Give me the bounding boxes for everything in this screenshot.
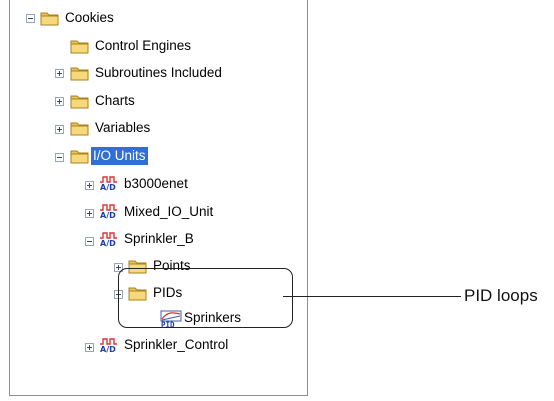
folder-icon bbox=[70, 38, 90, 54]
expand-toggle-charts[interactable] bbox=[55, 97, 64, 106]
folder-icon bbox=[70, 120, 90, 136]
tree-panel: Cookies Control Engines Subroutines Incl… bbox=[9, 0, 308, 396]
expand-toggle-subroutines[interactable] bbox=[55, 69, 64, 78]
folder-icon bbox=[70, 148, 90, 164]
folder-icon bbox=[70, 65, 90, 81]
tree-item-sprinkler-control[interactable]: Sprinkler_Control bbox=[122, 336, 230, 354]
tree-item-sprinkler-b[interactable]: Sprinkler_B bbox=[122, 230, 196, 248]
collapse-toggle-sprinkler-b[interactable] bbox=[85, 237, 94, 246]
io-unit-icon bbox=[99, 337, 119, 353]
expand-toggle-variables[interactable] bbox=[55, 125, 64, 134]
tree-item-cookies[interactable]: Cookies bbox=[63, 9, 116, 27]
tree-item-mixed-io-unit[interactable]: Mixed_IO_Unit bbox=[122, 203, 215, 221]
callout-highlight-box bbox=[118, 268, 293, 328]
tree-item-charts[interactable]: Charts bbox=[93, 92, 137, 110]
io-unit-icon bbox=[99, 175, 119, 191]
folder-icon bbox=[70, 93, 90, 109]
tree-item-variables[interactable]: Variables bbox=[93, 119, 152, 137]
io-unit-icon bbox=[99, 231, 119, 247]
collapse-toggle-io-units[interactable] bbox=[55, 153, 64, 162]
tree-item-control-engines[interactable]: Control Engines bbox=[93, 37, 193, 55]
tree-item-io-units[interactable]: I/O Units bbox=[91, 147, 148, 165]
folder-icon bbox=[40, 10, 60, 26]
tree-item-subroutines[interactable]: Subroutines Included bbox=[93, 64, 224, 82]
expand-toggle-b3000enet[interactable] bbox=[85, 181, 94, 190]
expand-toggle-mixed-io-unit[interactable] bbox=[85, 209, 94, 218]
callout-label: PID loops bbox=[464, 286, 538, 305]
collapse-toggle-cookies[interactable] bbox=[26, 14, 35, 23]
io-unit-icon bbox=[99, 203, 119, 219]
tree-item-b3000enet[interactable]: b3000enet bbox=[122, 175, 190, 193]
callout-leader-line bbox=[283, 296, 461, 298]
expand-toggle-sprinkler-control[interactable] bbox=[85, 343, 94, 352]
